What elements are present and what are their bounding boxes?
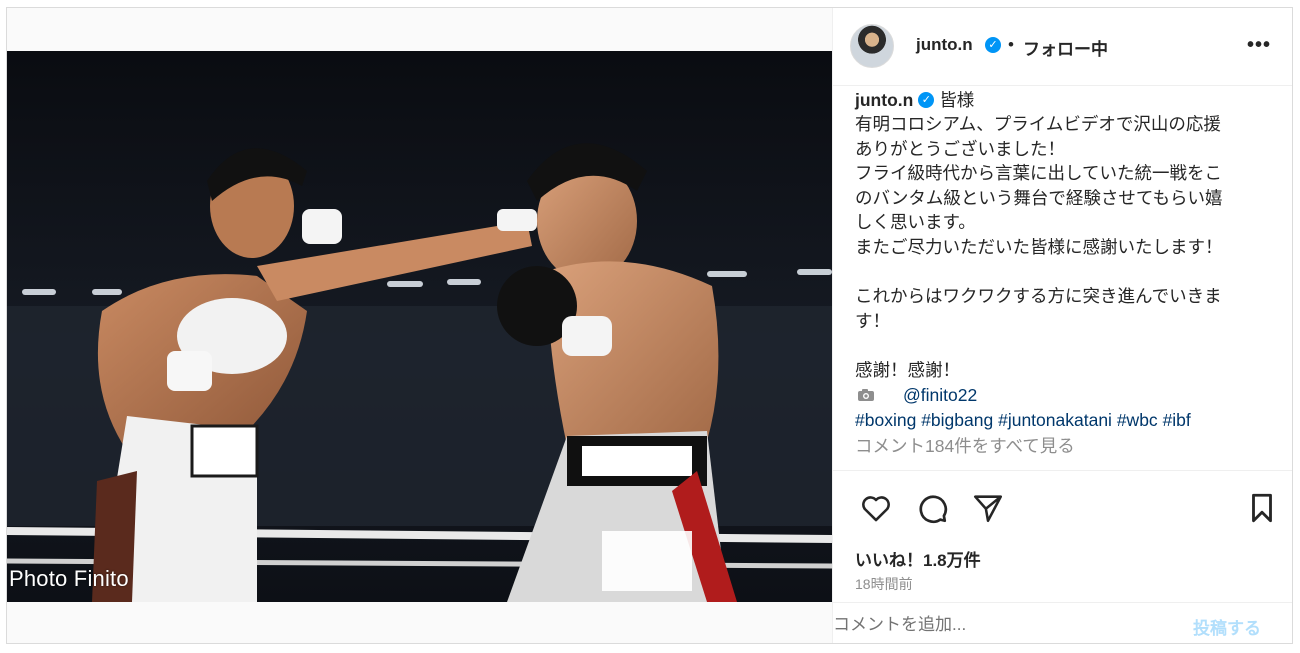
post-timestamp[interactable]: 18時間前 xyxy=(855,574,913,594)
instagram-post-card: Photo Finito junto.n ✓ • フォロー中 ••• junto… xyxy=(6,7,1293,644)
paper-plane-icon xyxy=(973,495,1003,523)
comment-icon xyxy=(919,495,948,523)
following-button[interactable]: フォロー中 xyxy=(1023,35,1108,60)
likes-count[interactable]: いいね！1.8万件 xyxy=(855,546,981,571)
caption-line: またご尽力いただいた皆様に感謝いたします！ xyxy=(855,236,1223,257)
heart-icon xyxy=(862,496,890,522)
hashtag-row: #boxing #bigbang #juntonakatani #wbc #ib… xyxy=(855,408,1280,433)
save-button[interactable] xyxy=(1245,491,1281,527)
caption-line: のバンタム級という舞台で経験させてもらい嬉 xyxy=(855,187,1223,208)
photographer-mention-link[interactable]: @finito22 xyxy=(903,383,977,408)
hashtag-link[interactable]: #wbc xyxy=(1117,410,1158,430)
header-username[interactable]: junto.n xyxy=(916,35,973,55)
hashtag-link[interactable]: #juntonakatani xyxy=(998,410,1112,430)
post-actions xyxy=(833,470,1292,548)
caption-line: す！ xyxy=(855,310,890,331)
verified-badge-icon: ✓ xyxy=(918,92,935,108)
comment-input[interactable] xyxy=(833,611,1173,639)
caption-line: フライ級時代から言葉に出していた統一戦をこ xyxy=(855,163,1222,184)
comment-bar: 投稿する xyxy=(833,602,1292,643)
caption-credit-row: @finito22 xyxy=(855,383,1280,408)
hashtag-link[interactable]: #boxing xyxy=(855,410,916,430)
caption-line: これからはワクワクする方に突き進んでいきま xyxy=(855,286,1222,307)
caption-username[interactable]: junto.n xyxy=(855,88,913,113)
post-caption: junto.n ✓ 皆様 有明コロシアム、プライムビデオで沢山の応援 ありがとう… xyxy=(855,88,1280,459)
post-header: junto.n ✓ • フォロー中 ••• xyxy=(833,8,1292,86)
caption-header: junto.n ✓ 皆様 xyxy=(855,88,1280,112)
hashtag-link[interactable]: #ibf xyxy=(1163,410,1191,430)
hashtag-link[interactable]: #bigbang xyxy=(921,410,993,430)
more-options-button[interactable]: ••• xyxy=(1239,30,1279,60)
caption-line: 感謝！感謝！ xyxy=(855,359,960,380)
view-all-comments-link[interactable]: コメント184件をすべて見る xyxy=(855,434,1280,459)
header-separator: • xyxy=(1008,35,1014,54)
comment-button[interactable] xyxy=(915,491,951,527)
boxing-photo xyxy=(7,51,832,602)
post-media: Photo Finito xyxy=(7,8,832,643)
caption-line: ありがとうございました！ xyxy=(855,138,1065,159)
caption-line: 有明コロシアム、プライムビデオで沢山の応援 xyxy=(855,114,1221,134)
post-photo[interactable]: Photo Finito xyxy=(7,51,832,602)
bookmark-icon xyxy=(1252,493,1272,523)
photo-credit-watermark: Photo Finito xyxy=(9,566,129,591)
camera-icon xyxy=(857,388,875,402)
post-sidebar: junto.n ✓ • フォロー中 ••• junto.n ✓ 皆様 有明コロシ… xyxy=(832,8,1292,643)
caption-line: しく思います。 xyxy=(855,212,976,233)
verified-badge-icon: ✓ xyxy=(985,37,1001,53)
avatar[interactable] xyxy=(850,24,894,68)
post-comment-button[interactable]: 投稿する xyxy=(1193,614,1261,639)
caption-first-line: 皆様 xyxy=(939,89,975,110)
like-button[interactable] xyxy=(859,491,895,527)
share-button[interactable] xyxy=(971,491,1007,527)
